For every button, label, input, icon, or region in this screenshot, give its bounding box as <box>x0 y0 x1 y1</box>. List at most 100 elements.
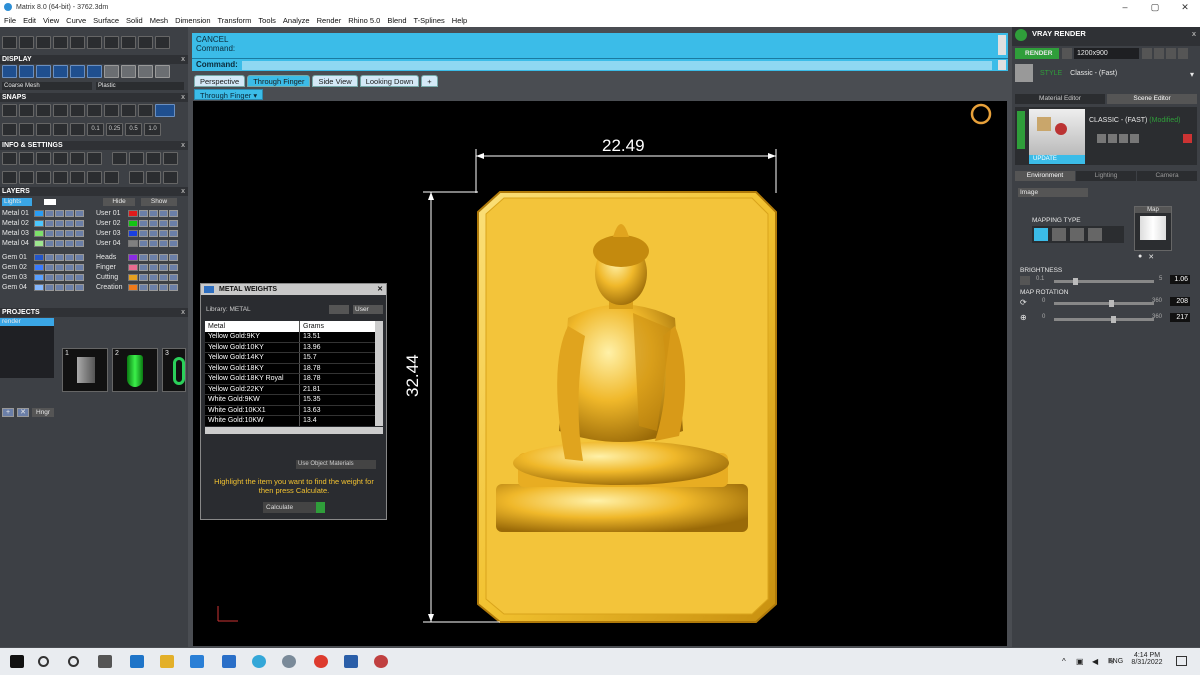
layer-row[interactable]: Cutting <box>94 273 179 282</box>
layer-visibility-icon[interactable] <box>45 210 54 217</box>
mapping-cylinder-icon[interactable] <box>1070 228 1084 241</box>
table-row[interactable]: White Gold:10KX1 13.63 <box>205 405 375 416</box>
layer-lock-icon[interactable] <box>55 254 64 261</box>
snaps-section-header[interactable]: SNAPS x <box>0 93 188 102</box>
layer-visibility-icon[interactable] <box>45 230 54 237</box>
layer-options-icon[interactable] <box>75 254 84 261</box>
layer-select-icon[interactable] <box>65 240 74 247</box>
arc-tool-icon[interactable] <box>19 36 34 49</box>
snap-end-icon[interactable] <box>19 104 34 117</box>
camera-icon[interactable] <box>129 171 144 184</box>
layer-visibility-icon[interactable] <box>139 220 148 227</box>
project-thumbnail-1[interactable]: 1 <box>62 348 108 392</box>
layer-options-icon[interactable] <box>169 264 178 271</box>
layer-row[interactable]: Metal 03 <box>0 229 85 238</box>
tab-material-editor[interactable]: Material Editor <box>1015 94 1105 104</box>
table-scrollbar[interactable] <box>375 321 383 426</box>
material-sphere-icon[interactable] <box>53 65 68 78</box>
layer-select-icon[interactable] <box>159 240 168 247</box>
menu-item[interactable]: Transform <box>218 16 252 25</box>
ring-size-icon[interactable] <box>53 171 68 184</box>
layer-row[interactable]: User 04 <box>94 239 179 248</box>
snap-mid-icon[interactable] <box>36 104 51 117</box>
snap-value-button[interactable]: 0.1 <box>87 123 104 136</box>
maximize-button[interactable]: ▢ <box>1140 0 1170 14</box>
sphere-gloss-icon[interactable] <box>121 65 136 78</box>
menu-item[interactable]: Blend <box>387 16 406 25</box>
layer-lock-icon[interactable] <box>55 274 64 281</box>
command-scrollbar[interactable] <box>998 35 1006 55</box>
settings-gear-icon[interactable] <box>2 152 17 165</box>
layer-color-swatch[interactable] <box>34 230 44 237</box>
shaded-icon[interactable] <box>19 65 34 78</box>
layer-select-icon[interactable] <box>65 220 74 227</box>
layer-select-icon[interactable] <box>159 220 168 227</box>
array-tool-icon[interactable] <box>138 36 153 49</box>
menu-item[interactable]: File <box>4 16 16 25</box>
app-rhino-icon[interactable] <box>282 655 296 668</box>
command-line-scrollbar[interactable] <box>998 60 1006 70</box>
layer-options-icon[interactable] <box>169 210 178 217</box>
layer-lock-icon[interactable] <box>55 240 64 247</box>
table-row[interactable]: White Gold:10KW 13.4 <box>205 416 375 426</box>
layer-color-swatch[interactable] <box>34 220 44 227</box>
mirror-tool-icon[interactable] <box>121 36 136 49</box>
layer-lock-icon[interactable] <box>55 230 64 237</box>
chevron-down-icon[interactable]: ▾ <box>1190 70 1194 79</box>
layer-lock-icon[interactable] <box>149 210 158 217</box>
layer-select-icon[interactable] <box>65 274 74 281</box>
layer-color-swatch[interactable] <box>128 240 138 247</box>
layer-select-icon[interactable] <box>159 210 168 217</box>
use-object-materials-select[interactable]: Use Object Materials <box>296 460 376 469</box>
layer-visibility-icon[interactable] <box>139 264 148 271</box>
layer-visibility-icon[interactable] <box>45 284 54 291</box>
rotation-slider-1[interactable] <box>1054 300 1154 307</box>
layer-options-icon[interactable] <box>75 230 84 237</box>
layer-stack-icon[interactable] <box>36 152 51 165</box>
hngr-button[interactable]: Hngr <box>32 408 55 417</box>
slider-knob[interactable] <box>1108 300 1114 307</box>
render-button[interactable]: RENDER <box>1015 48 1059 59</box>
planar-icon[interactable] <box>19 123 34 136</box>
layer-visibility-icon[interactable] <box>139 284 148 291</box>
gem-purple-icon[interactable] <box>87 152 102 165</box>
user-library-button[interactable]: User <box>353 305 383 314</box>
layer-select-icon[interactable] <box>65 254 74 261</box>
project-thumbnail-3[interactable]: 3 <box>162 348 186 392</box>
layer-options-icon[interactable] <box>169 274 178 281</box>
app-matrix-icon[interactable] <box>252 655 266 668</box>
units-icon[interactable] <box>19 171 34 184</box>
filter-icon[interactable] <box>70 171 85 184</box>
reset-icon[interactable] <box>1130 134 1139 143</box>
menu-item[interactable]: Dimension <box>175 16 210 25</box>
layer-visibility-icon[interactable] <box>45 254 54 261</box>
layer-color-swatch[interactable] <box>128 254 138 261</box>
rotate-tool-icon[interactable] <box>87 36 102 49</box>
snap-center-icon[interactable] <box>53 104 68 117</box>
layer-visibility-icon[interactable] <box>45 264 54 271</box>
layer-options-icon[interactable] <box>75 264 84 271</box>
mesh-select[interactable]: Coarse Mesh <box>2 82 92 90</box>
mapping-sphere-icon[interactable] <box>1088 228 1102 241</box>
map-settings-icon[interactable]: ● <box>1138 253 1142 261</box>
style-thumbnail[interactable] <box>1015 64 1033 82</box>
table-row[interactable]: Yellow Gold:14KY 15.7 <box>205 353 375 364</box>
layer-lock-icon[interactable] <box>149 284 158 291</box>
store-icon[interactable] <box>190 655 204 668</box>
language-indicator[interactable]: ENG <box>1108 658 1123 665</box>
layer-visibility-icon[interactable] <box>45 274 54 281</box>
axes-icon[interactable] <box>163 171 178 184</box>
menu-item[interactable]: T-Splines <box>414 16 445 25</box>
layer-lock-icon[interactable] <box>149 220 158 227</box>
map-preview[interactable]: Map <box>1134 206 1172 251</box>
save-as-icon[interactable] <box>1108 134 1117 143</box>
layer-color-swatch[interactable] <box>128 230 138 237</box>
layer-options-icon[interactable] <box>169 284 178 291</box>
layer-color-swatch[interactable] <box>34 264 44 271</box>
layer-color-swatch[interactable] <box>128 284 138 291</box>
close-icon[interactable]: x <box>181 187 185 196</box>
snap-tan-icon[interactable] <box>121 104 136 117</box>
layer-row[interactable]: Heads <box>94 253 179 262</box>
history-icon[interactable] <box>112 152 127 165</box>
display-section-header[interactable]: DISPLAY x <box>0 55 188 64</box>
